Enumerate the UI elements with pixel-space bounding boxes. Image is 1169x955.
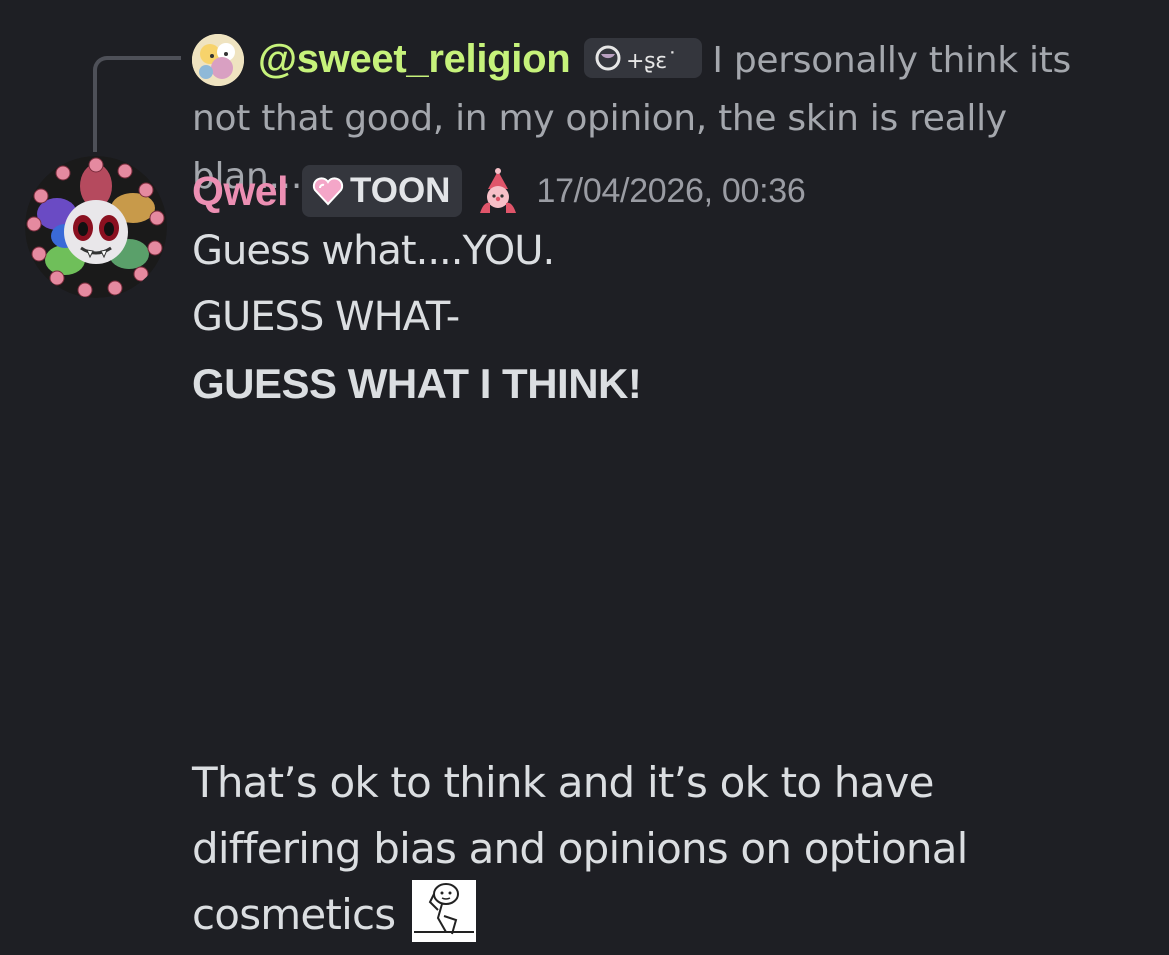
message-line-3: GUESS WHAT I THINK! bbox=[192, 360, 642, 407]
thinking-meme-emoji-icon bbox=[411, 879, 476, 942]
message-line-1: Guess what....YOU. bbox=[192, 228, 555, 274]
message-line-2: GUESS WHAT- bbox=[192, 294, 460, 340]
message-header: Qwel TOON 17/04/2026, 00:36 bbox=[192, 160, 806, 222]
author-name[interactable]: Qwel bbox=[192, 168, 288, 215]
custom-emoji[interactable] bbox=[411, 879, 476, 942]
reply-badge: +ʂɛ˙ bbox=[584, 38, 703, 78]
reply-connector-line bbox=[93, 56, 181, 152]
skull-flower-avatar-icon bbox=[25, 156, 167, 298]
server-tag[interactable]: TOON bbox=[301, 165, 463, 217]
followup-message: That’s ok to think and it’s ok to have d… bbox=[192, 750, 1092, 948]
moon-glyph-badge-icon: +ʂɛ˙ bbox=[595, 45, 678, 74]
reply-author[interactable]: @sweet_religion bbox=[258, 37, 571, 81]
author-avatar[interactable] bbox=[25, 156, 167, 298]
clown-role-icon[interactable] bbox=[474, 167, 522, 215]
message-timestamp[interactable]: 17/04/2026, 00:36 bbox=[536, 172, 805, 211]
svg-text:+ʂɛ˙: +ʂɛ˙ bbox=[626, 49, 678, 74]
server-tag-label: TOON bbox=[349, 171, 451, 210]
pink-heart-icon bbox=[312, 177, 344, 206]
followup-text: That’s ok to think and it’s ok to have d… bbox=[192, 758, 968, 939]
